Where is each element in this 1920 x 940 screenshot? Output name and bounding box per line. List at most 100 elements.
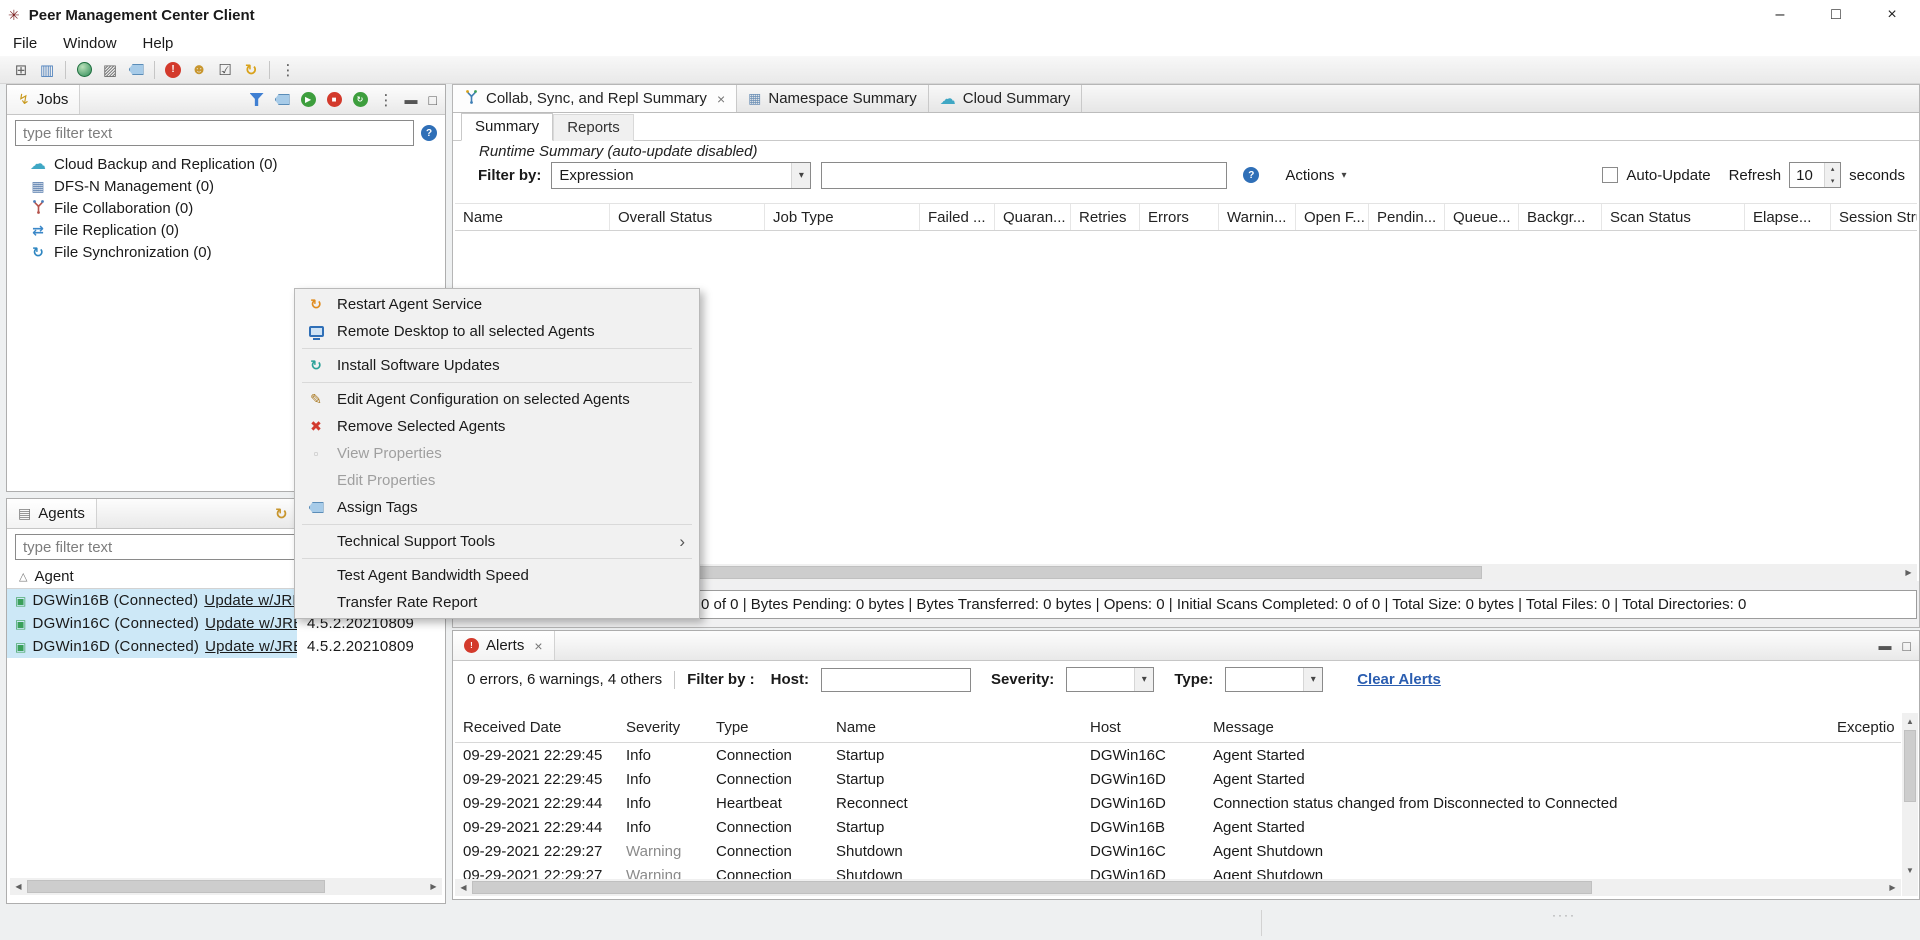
drag-grip-icon[interactable]: ···· [1552,908,1576,922]
alert-row[interactable]: 09-29-2021 22:29:44 Info Connection Star… [455,815,1901,839]
minimize-view-icon[interactable]: ▬ [405,92,418,107]
scroll-right-icon[interactable]: ▶ [1900,564,1917,581]
type-combo[interactable]: ▾ [1225,667,1323,692]
jobs-filter-input[interactable] [15,120,414,146]
clear-alerts-link[interactable]: Clear Alerts [1357,671,1441,688]
alert-row[interactable]: 09-29-2021 22:29:45 Info Connection Star… [455,767,1901,791]
refresh-seconds-stepper[interactable]: ▴ ▾ [1789,162,1841,188]
close-window-button[interactable]: × [1864,0,1920,30]
menu-item-remove-selected-agents[interactable]: ✖ Remove Selected Agents [295,413,699,440]
subtab-reports[interactable]: Reports [553,114,634,141]
stop-job-icon[interactable]: ■ [327,92,342,107]
scroll-right-icon[interactable]: ▶ [1884,879,1901,896]
col-scan-status[interactable]: Scan Status [1602,204,1745,230]
tab-namespace-summary[interactable]: ▦ Namespace Summary [737,85,929,112]
view-menu-icon[interactable]: ⋮ [379,91,394,109]
jobs-view-tab[interactable]: ↯ Jobs [7,85,80,114]
start-job-icon[interactable]: ▶ [301,92,316,107]
col-elapsed[interactable]: Elapse... [1745,204,1831,230]
alert-row[interactable]: 09-29-2021 22:29:27 Warning Connection S… [455,839,1901,863]
col-severity[interactable]: Severity [618,713,708,742]
tree-item-cloud-backup[interactable]: ☁ Cloud Backup and Replication (0) [7,153,445,175]
menu-item-assign-tags[interactable]: Assign Tags [295,494,699,521]
tree-item-file-collaboration[interactable]: File Collaboration (0) [7,197,445,219]
maximize-window-button[interactable]: □ [1808,0,1864,30]
menu-item-test-agent-bandwidth-speed[interactable]: Test Agent Bandwidth Speed [295,562,699,589]
minimize-window-button[interactable]: – [1752,0,1808,30]
filter-help-icon[interactable]: ? [1243,167,1259,183]
col-quarantined[interactable]: Quaran... [995,204,1071,230]
scrollbar-thumb[interactable] [1904,730,1916,802]
alerts-horizontal-scrollbar[interactable]: ◀ ▶ [455,879,1901,896]
menu-window[interactable]: Window [50,30,129,56]
menu-help[interactable]: Help [130,30,187,56]
scroll-down-icon[interactable]: ▼ [1902,862,1919,879]
col-name[interactable]: Name [455,204,610,230]
col-session-status[interactable]: Session Stru [1831,204,1917,230]
alerts-toolbar-icon[interactable]: ! [160,59,186,81]
menu-item-remote-desktop[interactable]: Remote Desktop to all selected Agents [295,318,699,345]
menu-item-install-software-updates[interactable]: ↻ Install Software Updates [295,352,699,379]
col-pending[interactable]: Pendin... [1369,204,1445,230]
menu-file[interactable]: File [0,30,50,56]
new-wizard-icon[interactable]: ⊞ [8,59,34,81]
scrollbar-thumb[interactable] [472,881,1592,894]
severity-combo[interactable]: ▾ [1066,667,1154,692]
alerts-vertical-scrollbar[interactable]: ▲ ▼ [1902,713,1918,879]
col-retries[interactable]: Retries [1071,204,1140,230]
alert-row[interactable]: 09-29-2021 22:29:45 Info Connection Star… [455,743,1901,767]
views-icon[interactable]: ▥ [34,59,60,81]
toolbar-overflow-icon[interactable]: ⋮ [275,59,301,81]
tree-item-file-replication[interactable]: ⇄ File Replication (0) [7,219,445,241]
col-host[interactable]: Host [1082,713,1205,742]
spin-down-icon[interactable]: ▾ [1825,175,1840,187]
agents-toolbar-icon[interactable]: ☻ [186,59,212,81]
host-filter-input[interactable] [821,668,971,692]
auto-update-label[interactable]: Auto-Update [1626,167,1710,184]
web-help-icon[interactable] [71,59,97,81]
minimize-view-icon[interactable]: ▬ [1879,638,1892,653]
scroll-right-icon[interactable]: ▶ [425,878,442,895]
agent-update-link[interactable]: Update w/JRE [204,592,297,609]
menu-item-restart-agent-service[interactable]: ↻ Restart Agent Service [295,291,699,318]
alert-row[interactable]: 09-29-2021 22:29:27 Warning Connection S… [455,863,1901,879]
close-tab-icon[interactable]: × [534,638,542,654]
col-queued[interactable]: Queue... [1445,204,1519,230]
scroll-left-icon[interactable]: ◀ [10,878,27,895]
col-background[interactable]: Backgr... [1519,204,1602,230]
refresh-toolbar-icon[interactable]: ↻ [238,59,264,81]
col-warnings[interactable]: Warnin... [1219,204,1296,230]
maximize-view-icon[interactable]: □ [1903,638,1911,654]
scrollbar-thumb[interactable] [27,880,325,893]
actions-button[interactable]: Actions ▾ [1277,164,1354,187]
auto-update-checkbox[interactable] [1602,167,1618,183]
assign-tags-icon[interactable] [275,94,290,105]
menu-item-technical-support-tools[interactable]: Technical Support Tools › [295,528,699,555]
alerts-view-tab[interactable]: ! Alerts × [453,631,555,660]
jobs-help-icon[interactable]: ? [421,125,437,141]
maximize-view-icon[interactable]: □ [429,92,437,108]
tab-collab-sync-repl-summary[interactable]: Collab, Sync, and Repl Summary × [453,85,737,112]
col-overall-status[interactable]: Overall Status [610,204,765,230]
col-name[interactable]: Name [828,713,1082,742]
agent-update-link[interactable]: Update w/JRE [205,615,297,632]
col-job-type[interactable]: Job Type [765,204,920,230]
agent-update-link[interactable]: Update w/JRE [205,638,297,655]
col-received-date[interactable]: Received Date [455,713,618,742]
spin-up-icon[interactable]: ▴ [1825,163,1840,175]
filter-jobs-icon[interactable] [250,93,264,106]
col-type[interactable]: Type [708,713,828,742]
agent-row-dgwin16d[interactable]: ▣ DGWin16D (Connected) Update w/JRE 4.5.… [7,635,445,658]
refresh-seconds-input[interactable] [1790,163,1824,187]
agents-horizontal-scrollbar[interactable]: ◀ ▶ [10,878,442,895]
filter-expression-combo[interactable]: Expression ▾ [551,162,811,189]
col-open-files[interactable]: Open F... [1296,204,1369,230]
scroll-up-icon[interactable]: ▲ [1902,713,1919,730]
close-tab-icon[interactable]: × [717,91,725,107]
scroll-left-icon[interactable]: ◀ [455,879,472,896]
tree-item-dfsn-management[interactable]: ▦ DFS-N Management (0) [7,175,445,197]
open-perspective-icon[interactable]: ▨ [97,59,123,81]
filter-expression-input[interactable] [821,162,1227,189]
menu-item-transfer-rate-report[interactable]: Transfer Rate Report [295,589,699,616]
col-failed[interactable]: Failed ... [920,204,995,230]
